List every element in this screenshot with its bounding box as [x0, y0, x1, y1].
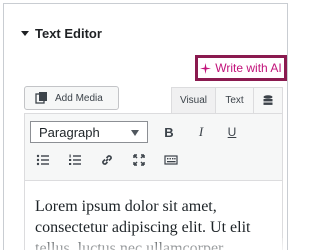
insert-link-button[interactable] — [97, 150, 117, 170]
fullscreen-icon — [133, 154, 145, 166]
underline-label: U — [227, 125, 237, 139]
toolbar-toggle-kitchen-sink[interactable] — [161, 150, 181, 170]
sparkle-icon — [200, 62, 212, 74]
tab-text-label: Text — [225, 95, 244, 106]
format-select[interactable]: Paragraph — [30, 121, 148, 143]
add-media-icon — [35, 92, 47, 104]
numbered-list-icon — [69, 154, 81, 165]
bold-button[interactable]: B — [159, 122, 179, 142]
section-title: Text Editor — [35, 25, 102, 41]
editor-tabs: Visual Text — [171, 87, 283, 113]
editor-toolbar: Paragraph B I U — [25, 114, 282, 181]
toolbar-toggle-button[interactable] — [253, 87, 283, 113]
bullet-list-button[interactable] — [33, 150, 53, 170]
chevron-down-icon — [131, 130, 139, 136]
tab-visual-label: Visual — [179, 95, 208, 106]
bullet-list-icon — [36, 154, 49, 166]
tab-text[interactable]: Text — [216, 87, 253, 113]
add-media-button[interactable]: Add Media — [24, 86, 119, 110]
link-icon — [102, 155, 112, 165]
caret-down-icon — [21, 31, 29, 36]
write-with-ai-button[interactable]: Write with AI — [195, 55, 287, 81]
italic-button[interactable]: I — [191, 122, 211, 142]
format-select-value: Paragraph — [39, 124, 100, 140]
tab-visual[interactable]: Visual — [171, 87, 216, 113]
bold-label: B — [164, 124, 174, 140]
editor-panel: Text Editor Write with AI Add Media Visu… — [3, 3, 288, 250]
visual-editor: Paragraph B I U Lorem ipsum dolor sit am… — [24, 113, 284, 250]
database-icon — [263, 94, 273, 105]
numbered-list-button[interactable] — [65, 150, 85, 170]
section-header[interactable]: Text Editor — [21, 24, 102, 42]
underline-button[interactable]: U — [222, 122, 242, 142]
add-media-label: Add Media — [55, 92, 103, 104]
content-fade — [25, 238, 284, 250]
keyboard-icon — [164, 155, 178, 165]
write-with-ai-label: Write with AI — [215, 61, 282, 75]
fullscreen-button[interactable] — [129, 150, 149, 170]
italic-label: I — [198, 124, 204, 139]
